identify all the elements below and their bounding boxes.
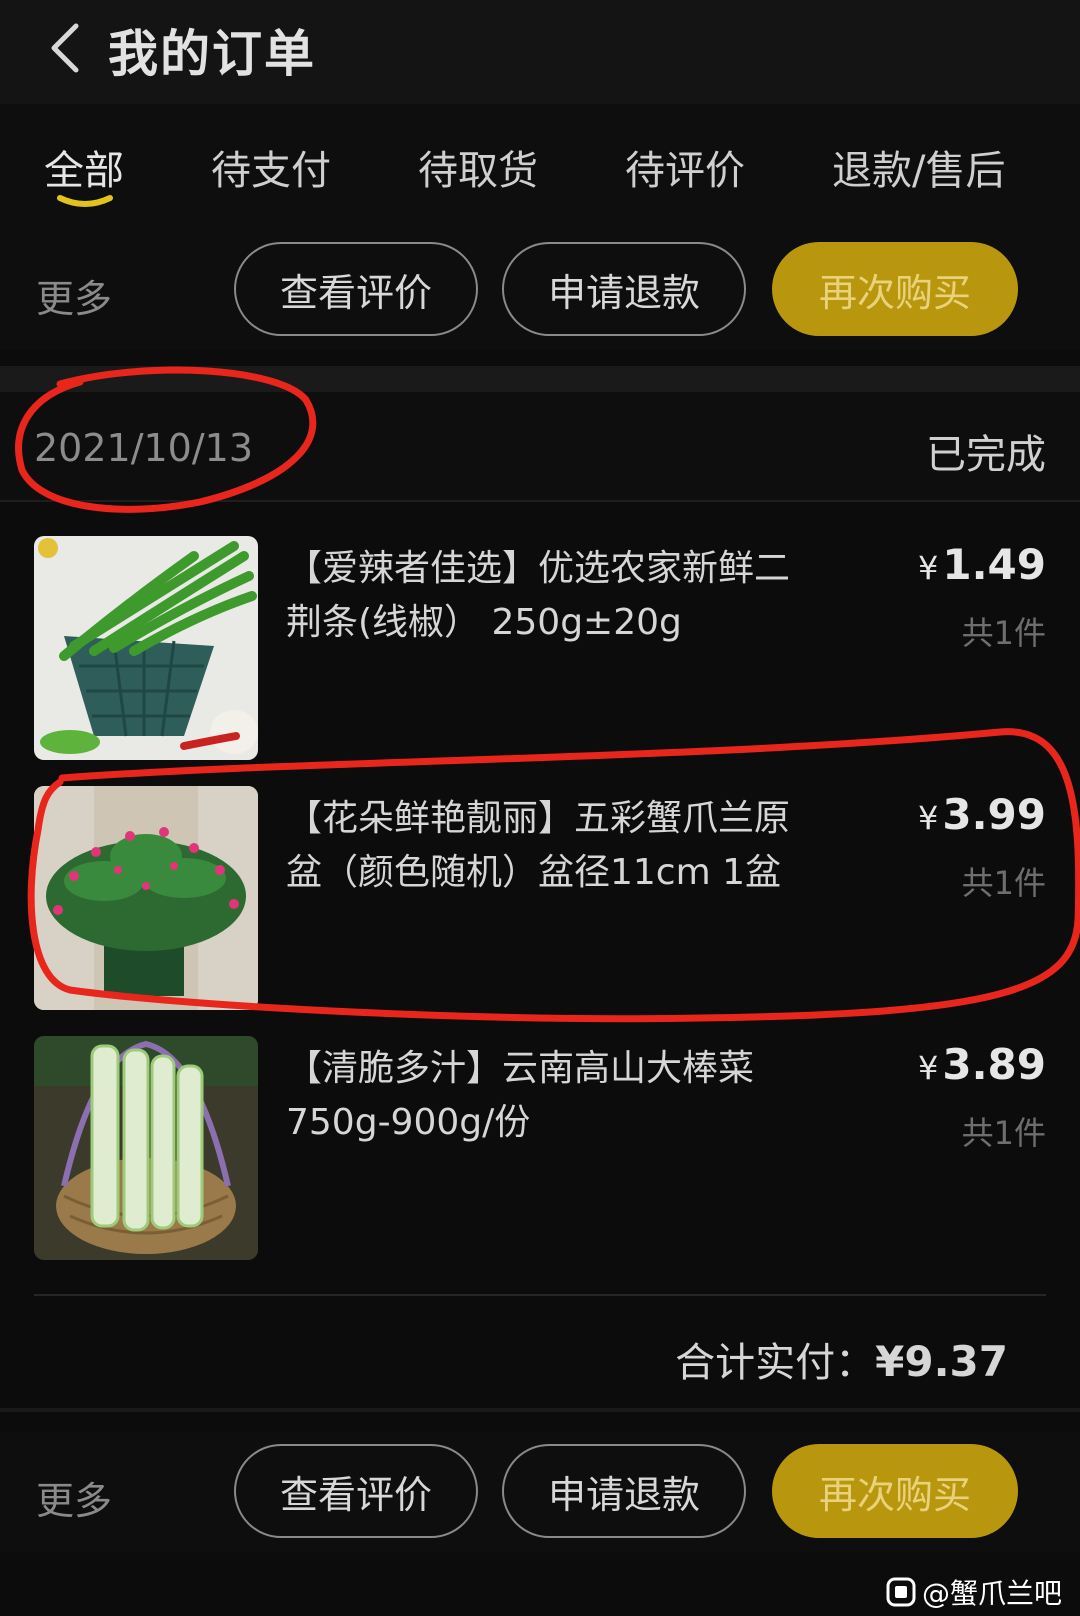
order-date: 2021/10/13 (34, 426, 254, 470)
tab-refund-aftersale[interactable]: 退款/售后 (832, 138, 1005, 196)
section-separator (0, 1408, 1080, 1412)
order-actions-top: 更多 查看评价 申请退款 再次购买 (0, 230, 1080, 350)
page-title: 我的订单 (108, 25, 316, 83)
green-chili-icon (34, 536, 258, 760)
watermark: @蟹爪兰吧 (886, 1572, 1062, 1612)
buy-again-button[interactable]: 再次购买 (772, 242, 1018, 336)
cactus-plant-icon (34, 786, 258, 1010)
section-separator (0, 366, 1080, 392)
app-header: 我的订单 (0, 0, 1080, 104)
more-link[interactable]: 更多 (36, 268, 112, 323)
item-title: 【爱辣者佳选】优选农家新鲜二荆条(线椒） 250g±20g (286, 548, 791, 643)
total-amount: 9.37 (904, 1337, 1008, 1386)
tab-pending-payment[interactable]: 待支付 (211, 138, 331, 196)
order-item[interactable]: 【爱辣者佳选】优选农家新鲜二荆条(线椒） 250g±20g ¥1.49 共1件 (0, 536, 1080, 786)
total-currency: ¥ (875, 1337, 905, 1386)
watermark-text: @蟹爪兰吧 (921, 1577, 1062, 1610)
item-title: 【花朵鲜艳靓丽】五彩蟹爪兰原盆（颜色随机）盆径11cm 1盆 (286, 798, 791, 893)
refund-button[interactable]: 申请退款 (502, 242, 746, 336)
item-quantity: 共1件 (961, 864, 1046, 902)
tab-all[interactable]: 全部 (44, 138, 124, 196)
back-arrow-icon[interactable] (46, 20, 94, 76)
order-item[interactable]: 【花朵鲜艳靓丽】五彩蟹爪兰原盆（颜色随机）盆径11cm 1盆 ¥3.99 共1件 (0, 786, 1080, 1036)
item-price: ¥1.49 (918, 540, 1046, 589)
tab-pending-pickup[interactable]: 待取货 (418, 138, 538, 196)
active-tab-underline (57, 195, 113, 207)
tieba-logo-icon (886, 1577, 916, 1607)
item-price: ¥3.99 (918, 790, 1046, 839)
order-status: 已完成 (926, 432, 1046, 478)
order-header: 2021/10/13 已完成 (0, 392, 1080, 502)
view-review-button[interactable]: 查看评价 (234, 1444, 478, 1538)
item-quantity: 共1件 (961, 1114, 1046, 1152)
item-price: ¥3.89 (918, 1040, 1046, 1089)
total-divider (34, 1294, 1046, 1296)
item-quantity: 共1件 (961, 614, 1046, 652)
tab-pending-review[interactable]: 待评价 (625, 138, 745, 196)
order-actions-bottom: 更多 查看评价 申请退款 再次购买 (0, 1432, 1080, 1552)
item-title: 【清脆多汁】云南高山大棒菜750g-900g/份 (286, 1048, 755, 1143)
view-review-button[interactable]: 查看评价 (234, 242, 478, 336)
order-item[interactable]: 【清脆多汁】云南高山大棒菜750g-900g/份 ¥3.89 共1件 (0, 1036, 1080, 1286)
order-total: 合计实付：¥9.37 (675, 1330, 1008, 1388)
more-link[interactable]: 更多 (36, 1470, 112, 1525)
order-tabs: 全部 待支付 待取货 待评价 退款/售后 (0, 104, 1080, 234)
buy-again-button[interactable]: 再次购买 (772, 1444, 1018, 1538)
total-label: 合计实付： (675, 1340, 876, 1386)
celery-stalk-icon (34, 1036, 258, 1260)
refund-button[interactable]: 申请退款 (502, 1444, 746, 1538)
